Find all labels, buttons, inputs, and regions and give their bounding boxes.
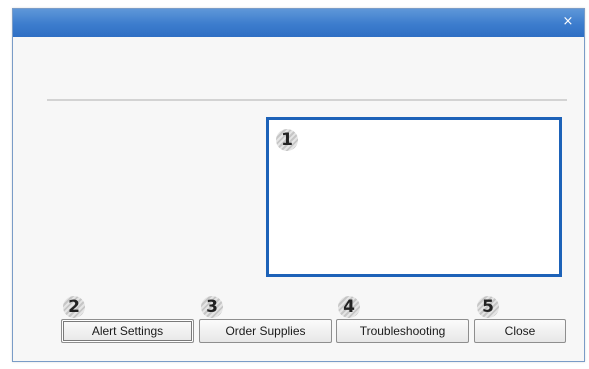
callout-5: 5 <box>477 296 499 318</box>
alert-settings-button[interactable]: Alert Settings <box>61 319 194 343</box>
dialog-window: × <box>12 8 585 362</box>
troubleshooting-button[interactable]: Troubleshooting <box>336 319 469 343</box>
status-panel <box>266 117 562 277</box>
callout-1: 1 <box>276 129 298 151</box>
callout-3: 3 <box>201 296 223 318</box>
close-button[interactable]: Close <box>474 319 566 343</box>
callout-2: 2 <box>63 296 85 318</box>
order-supplies-button[interactable]: Order Supplies <box>199 319 332 343</box>
close-icon[interactable]: × <box>560 14 576 30</box>
title-bar[interactable]: × <box>13 9 584 37</box>
dialog-content <box>13 37 584 361</box>
divider <box>47 99 567 101</box>
callout-4: 4 <box>338 296 360 318</box>
